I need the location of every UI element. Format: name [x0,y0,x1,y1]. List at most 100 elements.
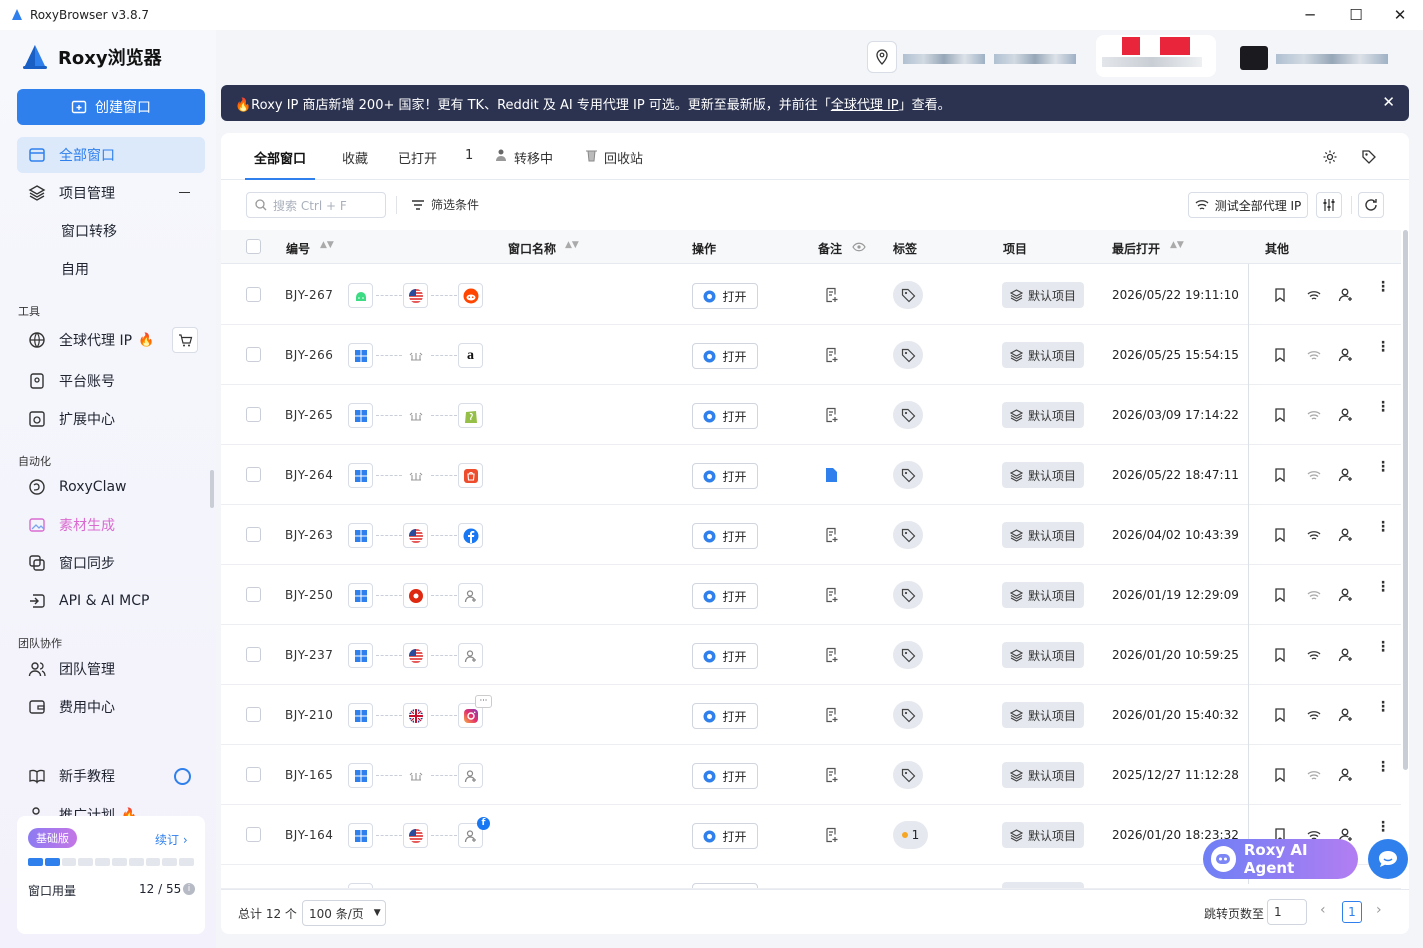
tab-opened[interactable]: 已打开 [398,148,437,167]
row-checkbox[interactable] [246,647,261,662]
search-input[interactable]: 搜索 Ctrl + F [246,192,386,218]
eye-icon[interactable] [852,242,866,252]
col-last-opened[interactable]: 最后打开 [1112,240,1160,257]
bookmark-icon[interactable] [1272,647,1288,663]
nav-roxyclaw[interactable]: RoxyClaw [17,469,205,505]
more-menu-icon[interactable]: ⋮ [1376,400,1390,414]
open-window-button[interactable]: 打开 [692,643,758,669]
note-filled-icon[interactable] [824,467,840,483]
bookmark-icon[interactable] [1272,527,1288,543]
more-menu-icon[interactable]: ⋮ [1376,460,1390,474]
table-row[interactable]: BJY-264 打开 默认项目 2026/05/22 18:47:11 ⋮ [221,445,1401,505]
minimize-button[interactable]: ─ [1287,0,1333,30]
banner-link[interactable]: 全球代理 IP [831,94,899,113]
nav-window-sync[interactable]: 窗口同步 [17,545,205,581]
close-button[interactable]: ✕ [1377,0,1423,30]
column-settings-button[interactable] [1316,192,1342,218]
more-icon[interactable]: ··· [475,695,492,708]
more-menu-icon[interactable]: ⋮ [1376,580,1390,594]
create-window-button[interactable]: 创建窗口 [17,89,205,125]
note-add-icon[interactable] [824,287,840,303]
bookmark-icon[interactable] [1272,467,1288,483]
blurred-user-avatar[interactable] [1240,46,1268,70]
page-size-select[interactable]: 100 条/页 ▼ [302,900,386,926]
bookmark-icon[interactable] [1272,287,1288,303]
bookmark-icon[interactable] [1272,407,1288,423]
col-window-name[interactable]: 窗口名称 [508,240,556,257]
row-checkbox[interactable] [246,827,261,842]
open-window-button[interactable]: 打开 [692,403,758,429]
row-checkbox[interactable] [246,407,261,422]
tag-button[interactable] [893,761,923,789]
tag-button[interactable] [893,401,923,429]
maximize-button[interactable]: ☐ [1333,0,1379,30]
filter-button[interactable]: 筛选条件 [411,196,479,213]
open-window-button[interactable]: 打开 [692,823,758,849]
table-scrollbar[interactable] [1403,230,1408,770]
signal-icon[interactable] [1306,707,1322,723]
tab-transferring[interactable]: 转移中 [495,148,553,167]
tag-button[interactable] [893,581,923,609]
signal-icon[interactable] [1306,527,1322,543]
tab-favorites[interactable]: 收藏 [342,148,368,167]
user-assign-icon[interactable] [1338,587,1354,603]
note-add-icon[interactable] [824,347,840,363]
nav-billing-center[interactable]: 费用中心 [17,689,205,725]
user-assign-icon[interactable] [1338,467,1354,483]
row-checkbox[interactable] [246,707,261,722]
user-assign-icon[interactable] [1338,707,1354,723]
more-menu-icon[interactable]: ⋮ [1376,700,1390,714]
tab-recycle-bin[interactable]: 回收站 [585,148,643,167]
sort-icon[interactable]: ▲▼ [1170,240,1184,250]
bookmark-icon[interactable] [1272,347,1288,363]
bookmark-icon[interactable] [1272,587,1288,603]
nav-api-mcp[interactable]: API & AI MCP [17,583,205,619]
collapse-icon[interactable] [179,192,190,193]
more-menu-icon[interactable]: ⋮ [1376,280,1390,294]
prev-page-icon[interactable]: ‹ [1320,902,1326,918]
next-page-icon[interactable]: › [1376,902,1382,918]
row-checkbox[interactable] [246,767,261,782]
test-all-proxy-button[interactable]: 测试全部代理 IP [1188,192,1308,218]
settings-gear-icon[interactable] [1322,149,1338,165]
signal-icon[interactable] [1306,407,1322,423]
table-row[interactable]: BJY-263 打开 默认项目 2026/04/02 10:43:39 ⋮ [221,505,1401,565]
nav-project-management[interactable]: 项目管理 [17,175,205,211]
sort-icon[interactable]: ▲▼ [565,240,579,250]
tab-all-windows[interactable]: 全部窗口 [254,148,306,167]
tag-button[interactable]: 1 [893,821,928,849]
col-code[interactable]: 编号 [286,240,310,257]
row-checkbox[interactable] [246,527,261,542]
user-assign-icon[interactable] [1338,347,1354,363]
tag-button[interactable] [893,281,923,309]
nav-platform-account[interactable]: 平台账号 [17,363,205,399]
jump-page-input[interactable]: 1 [1267,899,1307,925]
open-window-button[interactable]: 打开 [692,763,758,789]
nav-window-transfer[interactable]: 窗口转移 [17,213,205,249]
more-menu-icon[interactable]: ⋮ [1376,640,1390,654]
signal-icon[interactable] [1306,647,1322,663]
info-icon[interactable]: i [183,883,195,895]
bookmark-icon[interactable] [1272,767,1288,783]
open-window-button[interactable]: 打开 [692,343,758,369]
open-window-button[interactable]: 打开 [692,283,758,309]
table-row[interactable]: BJY-266 a 打开 默认项目 2026/05/25 15:54:15 ⋮ [221,325,1401,385]
location-button[interactable] [867,41,897,73]
nav-material-generate[interactable]: 素材生成 [17,507,205,543]
nav-team-management[interactable]: 团队管理 [17,651,205,687]
more-menu-icon[interactable]: ⋮ [1376,340,1390,354]
more-menu-icon[interactable]: ⋮ [1376,760,1390,774]
current-page-button[interactable]: 1 [1342,901,1362,923]
note-add-icon[interactable] [824,407,840,423]
roxy-ai-agent-button[interactable]: Roxy AI Agent [1203,839,1358,879]
note-add-icon[interactable] [824,587,840,603]
tag-button[interactable] [893,341,923,369]
renew-link[interactable]: 续订 › [155,831,188,848]
tag-button[interactable] [893,701,923,729]
nav-extension-center[interactable]: 扩展中心 [17,401,205,437]
more-menu-icon[interactable]: ⋮ [1376,820,1390,834]
tag-button[interactable] [893,641,923,669]
select-all-checkbox[interactable] [246,239,261,254]
open-window-button[interactable]: 打开 [692,523,758,549]
row-checkbox[interactable] [246,287,261,302]
